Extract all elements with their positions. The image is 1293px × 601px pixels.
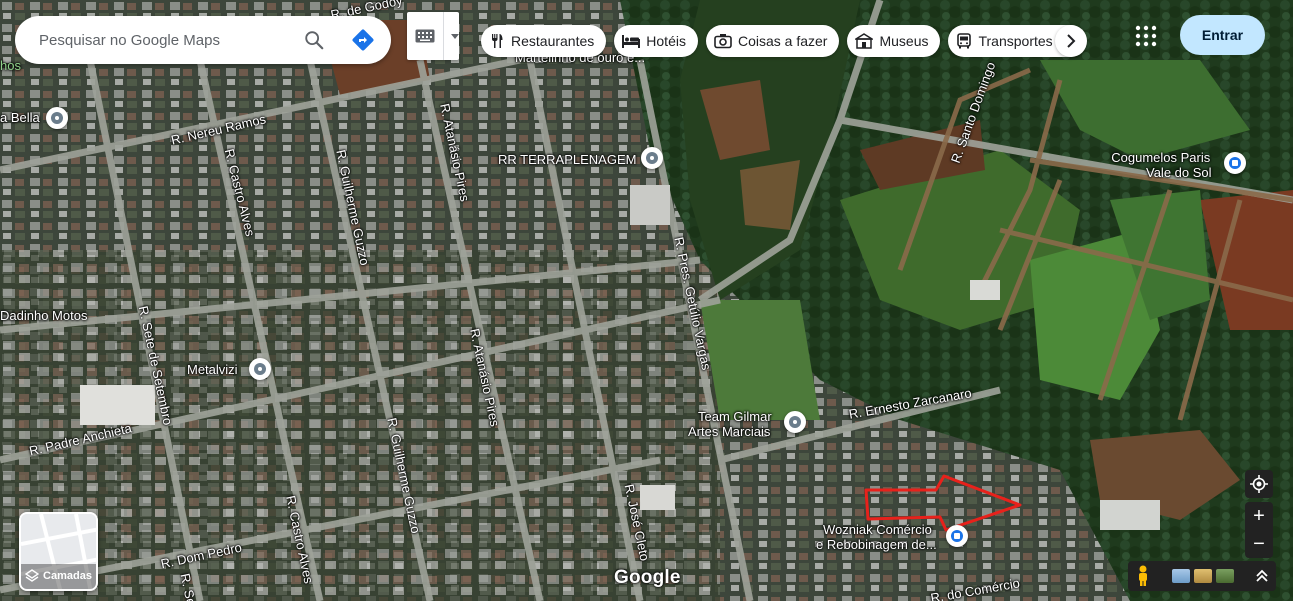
fork-knife-icon: [489, 33, 505, 49]
layers-button[interactable]: Camadas: [19, 512, 98, 591]
place-pin-wozniak[interactable]: [946, 525, 968, 547]
place-label-rr-terraplenagem[interactable]: RR TERRAPLENAGEM: [498, 152, 636, 167]
place-label-wozniak-line1: Wozniak Comércio: [823, 522, 932, 537]
imagery-thumbnail-1[interactable]: [1172, 569, 1190, 583]
apps-grid-icon[interactable]: [1134, 24, 1158, 48]
place-label-team-gilmar-line1: Team Gilmar: [698, 409, 772, 424]
satellite-imagery: [0, 0, 1293, 601]
place-label-cogumelos-line1: Cogumelos Paris: [1111, 150, 1211, 165]
place-label-metalvizi[interactable]: Metalvizi: [187, 362, 238, 377]
search-input[interactable]: [39, 31, 289, 49]
chip-label: Transportes: [978, 33, 1053, 49]
input-tools-button[interactable]: [407, 12, 459, 60]
place-label-cogumelos[interactable]: Cogumelos Paris Vale do Sol: [1110, 150, 1212, 180]
satellite-map[interactable]: R. de Godoy Martelinho de ouro e... hos …: [0, 0, 1293, 601]
place-pin-cogumelos[interactable]: [1224, 152, 1246, 174]
chip-label: Museus: [879, 33, 929, 49]
museum-icon: [855, 33, 874, 49]
my-location-icon: [1250, 475, 1268, 493]
place-pin-icon: [789, 416, 801, 428]
shopping-bag-icon: [1229, 157, 1241, 169]
place-pin-team-gilmar[interactable]: [784, 411, 806, 433]
chip-label: Restaurantes: [511, 33, 595, 49]
chip-museums[interactable]: Museus: [847, 25, 941, 57]
zoom-out-button[interactable]: −: [1245, 530, 1273, 558]
place-pin-icon: [51, 112, 63, 124]
camera-icon: [714, 33, 732, 49]
layers-label: Camadas: [43, 570, 92, 582]
pegman-icon[interactable]: [1136, 565, 1154, 587]
bed-icon: [622, 34, 641, 48]
search-box: [15, 16, 391, 64]
zoom-in-button[interactable]: +: [1245, 502, 1273, 530]
place-label-bella[interactable]: a Bella: [0, 110, 40, 125]
sign-in-button[interactable]: Entrar: [1180, 15, 1265, 55]
directions-icon[interactable]: [351, 28, 375, 52]
place-pin-rr-terraplenagem[interactable]: [641, 147, 663, 169]
imagery-thumbnail-2[interactable]: [1194, 569, 1212, 583]
shopping-bag-icon: [951, 530, 963, 542]
layers-label-row: Camadas: [21, 569, 96, 583]
place-label-wozniak-line2: e Rebobinagem de...: [816, 537, 937, 552]
chip-label: Hotéis: [646, 33, 686, 49]
street-label-edge-hos: hos: [0, 58, 21, 73]
divider: [443, 12, 444, 60]
bottom-control-strip: [1128, 561, 1276, 591]
place-pin-metalvizi[interactable]: [249, 358, 271, 380]
imagery-thumbnail-3[interactable]: [1216, 569, 1234, 583]
caret-down-icon[interactable]: [451, 33, 459, 39]
category-chips: Restaurantes Hotéis Coisas a fazer Museu…: [481, 25, 1087, 57]
search-icon[interactable]: [302, 28, 326, 52]
place-label-cogumelos-line2: Vale do Sol: [1146, 165, 1212, 180]
place-label-team-gilmar[interactable]: Team Gilmar Artes Marciais: [688, 409, 772, 439]
place-pin-icon: [254, 363, 266, 375]
chevron-right-icon: [1066, 34, 1076, 48]
layers-icon: [25, 569, 40, 583]
place-label-dadinho[interactable]: Dadinho Motos: [0, 308, 87, 323]
keyboard-icon: [415, 29, 435, 43]
place-pin-icon: [646, 152, 658, 164]
chip-hotels[interactable]: Hotéis: [614, 25, 698, 57]
bus-icon: [956, 33, 972, 49]
place-label-team-gilmar-line2: Artes Marciais: [688, 424, 771, 439]
chips-next-button[interactable]: [1055, 25, 1087, 57]
my-location-button[interactable]: [1245, 470, 1273, 498]
place-pin-bella[interactable]: [46, 107, 68, 129]
chevron-double-up-icon[interactable]: [1256, 569, 1268, 583]
chip-restaurants[interactable]: Restaurantes: [481, 25, 607, 57]
chip-things-to-do[interactable]: Coisas a fazer: [705, 25, 840, 57]
chip-label: Coisas a fazer: [737, 33, 828, 49]
zoom-control: + −: [1245, 502, 1273, 558]
google-logo: Google: [614, 567, 681, 588]
place-label-wozniak[interactable]: Wozniak Comércio e Rebobinagem de...: [816, 522, 937, 552]
